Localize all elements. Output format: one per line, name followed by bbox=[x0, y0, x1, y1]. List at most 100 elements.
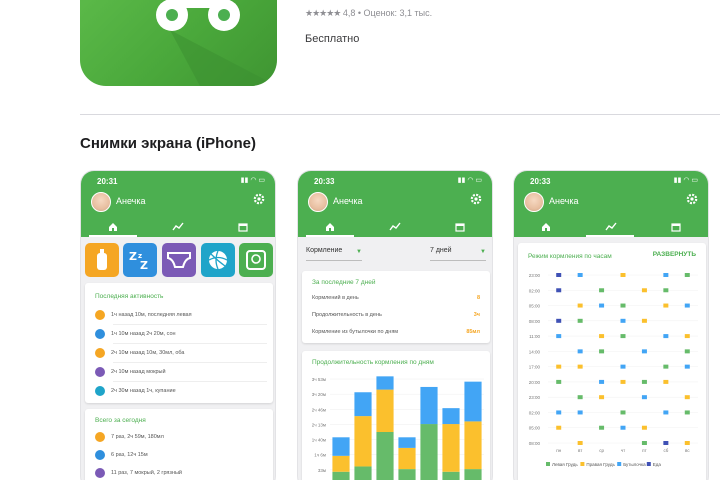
dropdown-value: Кормление bbox=[306, 247, 343, 254]
x-tick-label: вт bbox=[578, 448, 582, 453]
summary-card: За последние 7 дней Кормлений в день 8 Пр… bbox=[302, 271, 490, 343]
tab-stats[interactable] bbox=[146, 217, 211, 237]
tab-stats[interactable] bbox=[363, 217, 428, 237]
status-icons: ▮▮ ◠ ▭ bbox=[240, 177, 265, 184]
bar-segment bbox=[376, 376, 394, 390]
bar-segment bbox=[332, 437, 350, 456]
home-icon bbox=[109, 223, 118, 231]
feeding-icon bbox=[95, 432, 105, 442]
svg-text:Z: Z bbox=[129, 250, 137, 263]
feeding-schedule-chart: 23:00 02:00 05:00 08:00 11:00 14:00 17:00 20:00… bbox=[529, 273, 698, 467]
row-divider bbox=[113, 381, 267, 382]
scale-icon bbox=[246, 250, 266, 270]
feeding-schedule-card[interactable]: Режим кормления по часам РАЗВЕРНУТЬ 23:0… bbox=[518, 243, 706, 480]
card-title: За последние 7 дней bbox=[312, 279, 376, 286]
tab-calendar[interactable] bbox=[210, 217, 275, 237]
feeding-mark bbox=[577, 318, 583, 323]
screenshots-section-title: Снимки экрана (iPhone) bbox=[80, 135, 256, 152]
y-tick-label: 1ч 6м bbox=[314, 453, 326, 458]
feeding-mark bbox=[684, 410, 690, 415]
bar-segment bbox=[354, 466, 372, 480]
y-tick-label: 2ч 46м bbox=[312, 407, 326, 412]
expand-button[interactable]: РАЗВЕРНУТЬ bbox=[653, 251, 696, 258]
feeding-mark bbox=[620, 425, 626, 430]
bar-segment bbox=[420, 386, 438, 425]
x-tick-label: сб bbox=[663, 448, 668, 453]
activity-type-dropdown[interactable]: Кормление ▼ bbox=[306, 247, 362, 261]
feeding-mark bbox=[663, 364, 669, 369]
tab-calendar[interactable] bbox=[427, 217, 492, 237]
tile-activity[interactable] bbox=[201, 243, 235, 277]
y-tick-label: 05:00 bbox=[529, 426, 541, 431]
tile-diaper[interactable] bbox=[162, 243, 196, 277]
feeding-mark bbox=[620, 379, 626, 384]
tab-home[interactable] bbox=[81, 217, 146, 237]
y-tick-label: 05:00 bbox=[529, 304, 541, 309]
row-divider bbox=[113, 324, 267, 325]
list-item[interactable]: 1ч назад 10м, последняя левая bbox=[95, 309, 192, 321]
legend-swatch bbox=[546, 462, 550, 466]
tab-bar bbox=[298, 217, 492, 237]
list-item[interactable]: 1ч 10м назад 2ч 20м, сон bbox=[95, 328, 176, 340]
active-tab-indicator bbox=[305, 235, 355, 237]
feeding-mark bbox=[684, 334, 690, 339]
tab-calendar[interactable] bbox=[643, 217, 708, 237]
active-tab-indicator bbox=[585, 235, 635, 237]
tile-sleep[interactable]: ZZz bbox=[123, 243, 157, 277]
last-activity-card[interactable]: Последняя активность 1ч назад 10м, после… bbox=[85, 283, 273, 403]
tile-growth[interactable] bbox=[239, 243, 273, 277]
home-icon bbox=[326, 223, 335, 231]
today-totals-card[interactable]: Всего за сегодня 7 раз, 2ч 59м, 180мл 6 … bbox=[85, 409, 273, 480]
screenshot-2[interactable]: 20:33 ▮▮ ◠ ▭ Анечка Кормление ▼ 7 дней ▼ bbox=[297, 170, 493, 480]
tab-home[interactable] bbox=[298, 217, 363, 237]
feeding-mark bbox=[620, 303, 626, 308]
avatar bbox=[524, 192, 544, 212]
list-item[interactable]: 2ч 10м назад мокрый bbox=[95, 366, 166, 378]
sleep-icon bbox=[95, 329, 105, 339]
feeding-mark bbox=[556, 334, 562, 339]
bottle-icon bbox=[95, 348, 105, 358]
feeding-mark bbox=[641, 379, 647, 384]
feeding-mark bbox=[684, 303, 690, 308]
duration-chart-card[interactable]: Продолжительность кормления по дням 3ч 5… bbox=[302, 351, 490, 480]
bar-segment bbox=[442, 408, 460, 425]
rating-line: ★★★★★ 4,8 • Оценок: 3,1 тыс. bbox=[305, 8, 432, 19]
feeding-mark bbox=[556, 318, 562, 323]
feeding-mark bbox=[599, 334, 605, 339]
svg-text:Z: Z bbox=[140, 259, 148, 272]
bar-segment bbox=[354, 392, 372, 417]
calendar-icon bbox=[238, 223, 248, 232]
feeding-mark bbox=[556, 379, 562, 384]
feeding-mark bbox=[577, 410, 583, 415]
rating-stars: ★★★★★ bbox=[305, 8, 341, 18]
feeding-mark bbox=[684, 273, 690, 277]
list-item[interactable]: 2ч 30м назад 1ч, купание bbox=[95, 385, 176, 397]
gear-icon bbox=[470, 193, 482, 205]
feeding-mark bbox=[684, 364, 690, 369]
list-item[interactable]: 2ч 10м назад 10м, 30мл, оба bbox=[95, 347, 185, 359]
feeding-mark bbox=[641, 349, 647, 354]
app-icon bbox=[80, 0, 277, 86]
bath-icon bbox=[95, 386, 105, 396]
calendar-icon bbox=[671, 223, 681, 232]
feeding-mark bbox=[577, 303, 583, 308]
tab-stats[interactable] bbox=[579, 217, 644, 237]
feeding-mark bbox=[577, 349, 583, 354]
row-divider bbox=[113, 362, 267, 363]
y-tick-label: 08:00 bbox=[529, 441, 541, 446]
y-tick-label: 1ч 40м bbox=[312, 438, 326, 443]
feeding-mark bbox=[641, 441, 647, 445]
tab-home[interactable] bbox=[514, 217, 579, 237]
screenshot-3[interactable]: 20:33 ▮▮ ◠ ▭ Анечка Режим кормления по ч… bbox=[513, 170, 709, 480]
screenshot-1[interactable]: 20:31 ▮▮ ◠ ▭ Анечка ZZz Последняя активн… bbox=[80, 170, 276, 480]
legend-swatch bbox=[580, 462, 585, 466]
tile-feeding[interactable] bbox=[85, 243, 119, 277]
x-tick-label: ср bbox=[599, 448, 604, 453]
card-title: Последняя активность bbox=[95, 293, 164, 300]
tab-bar bbox=[514, 217, 708, 237]
legend-label: Еда bbox=[653, 462, 662, 467]
feeding-mark bbox=[620, 273, 626, 277]
feeding-mark bbox=[556, 425, 562, 430]
period-dropdown[interactable]: 7 дней ▼ bbox=[430, 247, 486, 261]
legend-label: Правая Грудь bbox=[586, 462, 615, 467]
